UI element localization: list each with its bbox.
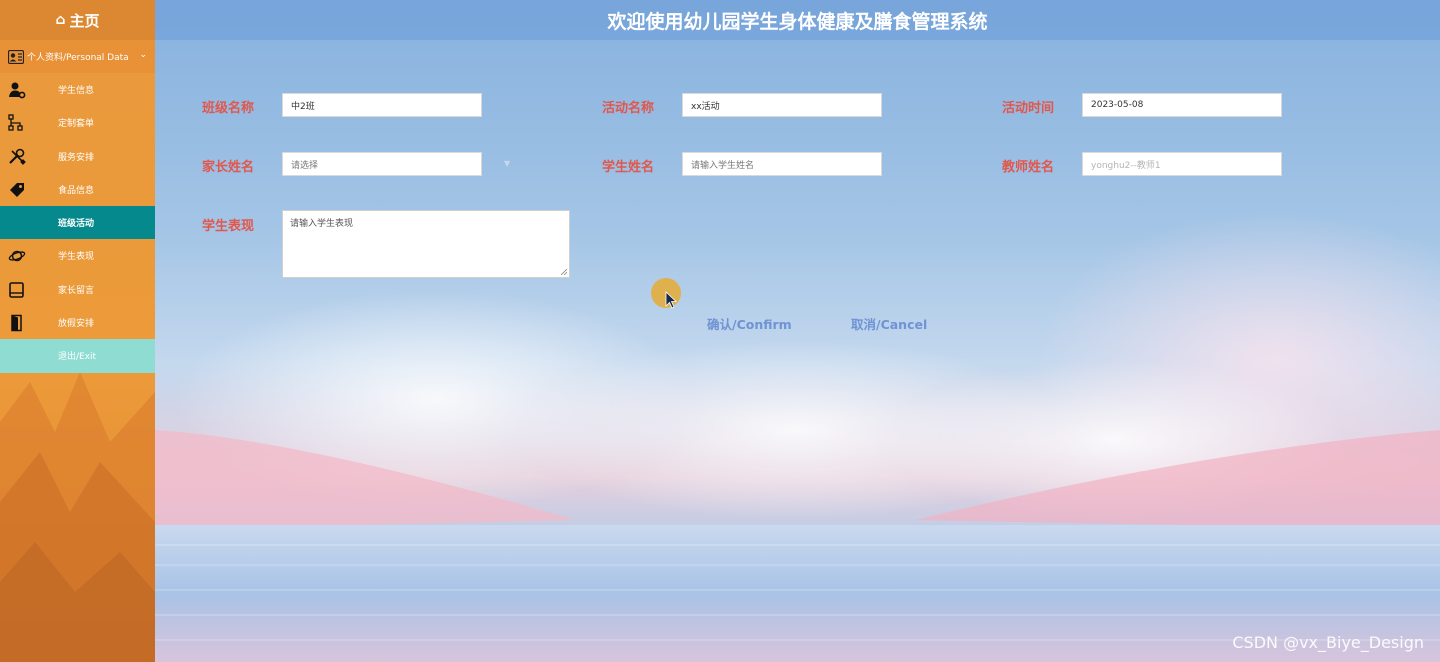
app-root: ⌂ 主页 个人资料/Personal Data ⌄ 学生信息 定制套单 服务安排… <box>0 0 1440 662</box>
sidebar-item-custom-package[interactable]: 定制套单 <box>0 106 155 139</box>
confirm-button[interactable]: 确认/Confirm <box>707 314 792 333</box>
performance-textarea[interactable]: 请输入学生表现 <box>282 210 570 278</box>
sidebar-item-class-activity[interactable]: 班级活动 <box>0 206 155 240</box>
sidebar-item-label: 定制套单 <box>58 119 95 130</box>
teacher-name-input[interactable]: yonghu2--教师1 <box>1082 152 1282 176</box>
performance-placeholder: 请输入学生表现 <box>290 219 354 229</box>
tools-icon <box>9 148 26 165</box>
mountains-decoration <box>0 372 155 662</box>
parent-name-label: 家长姓名 <box>202 160 255 175</box>
sidebar-item-service-arrangement[interactable]: 服务安排 <box>0 140 155 173</box>
chevron-down-icon: ⌄ <box>139 50 147 60</box>
page-title: 欢迎使用幼儿园学生身体健康及膳食管理系统 <box>607 10 988 33</box>
home-link[interactable]: ⌂ 主页 <box>0 0 155 40</box>
sidebar-item-label: 退出/Exit <box>58 352 97 363</box>
sidebar-item-label: 学生表现 <box>58 252 95 263</box>
activity-time-label: 活动时间 <box>1002 101 1055 116</box>
sidebar-item-student-info[interactable]: 学生信息 <box>0 73 155 106</box>
book-icon <box>9 281 24 298</box>
sidebar-item-food-info[interactable]: 食品信息 <box>0 173 155 206</box>
watermark: CSDN @vx_Biye_Design <box>1232 633 1424 652</box>
dropdown-caret-icon[interactable]: ▼ <box>504 159 510 168</box>
class-name-input[interactable]: 中2班 <box>282 93 482 117</box>
home-icon: ⌂ <box>55 12 66 28</box>
sidebar-item-exit[interactable]: 退出/Exit <box>0 339 155 373</box>
main-area: 欢迎使用幼儿园学生身体健康及膳食管理系统 班级名称 中2班 活动名称 xx活动 … <box>155 0 1440 662</box>
sidebar-item-label: 服务安排 <box>58 152 95 163</box>
page-header: 欢迎使用幼儿园学生身体健康及膳食管理系统 <box>155 0 1440 40</box>
tag-icon <box>10 182 24 197</box>
sidebar-item-label: 放假安排 <box>58 319 95 330</box>
sidebar-item-student-performance[interactable]: 学生表现 <box>0 239 155 272</box>
sidebar-item-label: 班级活动 <box>58 219 95 230</box>
sidebar: ⌂ 主页 个人资料/Personal Data ⌄ 学生信息 定制套单 服务安排… <box>0 0 155 662</box>
student-name-label: 学生姓名 <box>602 160 655 175</box>
planet-icon <box>8 251 26 262</box>
parent-name-select[interactable]: 请选择 <box>282 152 482 176</box>
performance-label: 学生表现 <box>202 219 255 234</box>
sidebar-item-label: 食品信息 <box>58 185 95 196</box>
class-name-label: 班级名称 <box>202 101 255 116</box>
activity-name-input[interactable]: xx活动 <box>682 93 882 117</box>
user-gear-icon <box>9 82 26 99</box>
sidebar-item-holiday-arrangement[interactable]: 放假安排 <box>0 306 155 339</box>
mouse-pointer-icon <box>665 291 677 309</box>
door-icon <box>11 314 22 332</box>
home-label: 主页 <box>69 11 100 30</box>
teacher-name-label: 教师姓名 <box>1002 160 1055 175</box>
resize-grip-icon[interactable] <box>561 269 567 275</box>
sidebar-item-label: 家长留言 <box>58 285 95 296</box>
sidebar-item-parent-message[interactable]: 家长留言 <box>0 273 155 306</box>
sitemap-icon <box>8 114 23 131</box>
profile-menu[interactable]: 个人资料/Personal Data ⌄ <box>0 40 155 73</box>
activity-name-label: 活动名称 <box>602 101 655 116</box>
activity-time-input[interactable]: 2023-05-08 <box>1082 93 1282 117</box>
profile-label: 个人资料/Personal Data <box>27 53 129 63</box>
cancel-button[interactable]: 取消/Cancel <box>851 314 927 333</box>
student-name-input[interactable]: 请输入学生姓名 <box>682 152 882 176</box>
id-card-icon <box>8 49 24 64</box>
sidebar-item-label: 学生信息 <box>58 86 95 96</box>
